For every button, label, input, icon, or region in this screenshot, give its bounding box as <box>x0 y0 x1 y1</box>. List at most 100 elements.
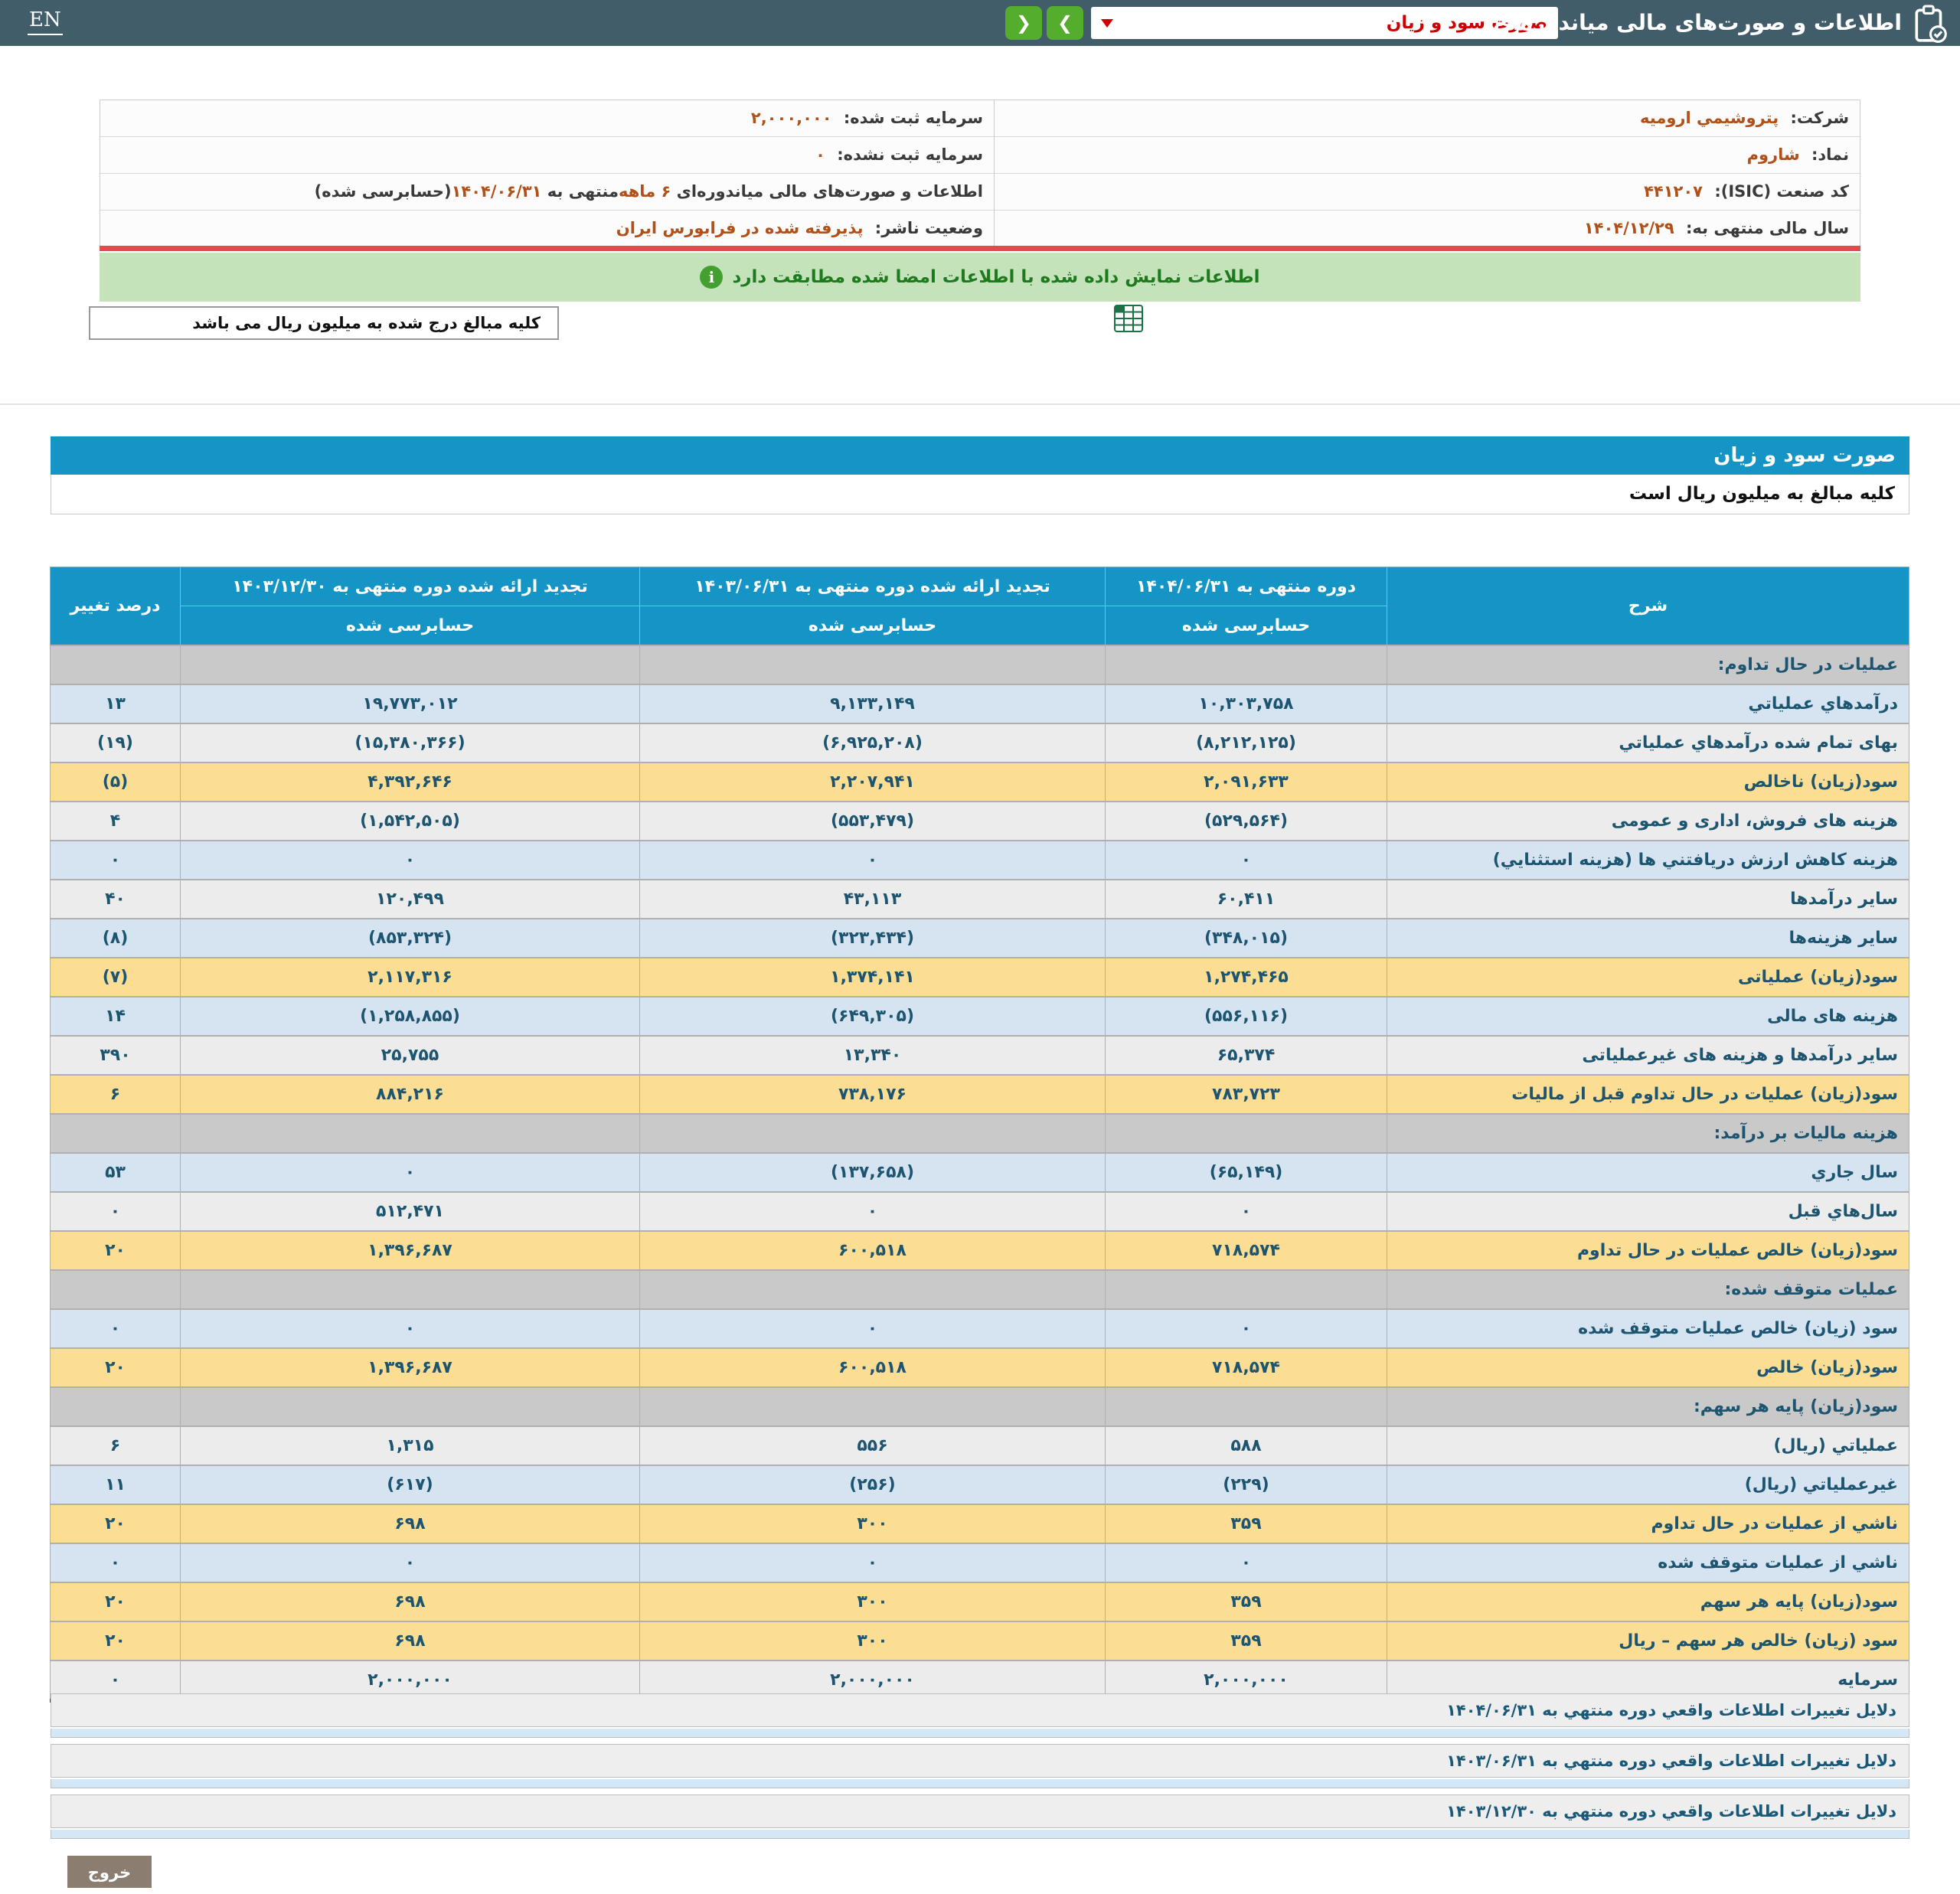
info-circle-icon: i <box>700 266 723 289</box>
row-label: سال‌هاي قبل <box>1387 1192 1909 1231</box>
company-info-right-column: شرکت: پتروشیمي ارومیه نماد: شاروم کد صنع… <box>995 100 1860 247</box>
change-reasons-link-text: دلايل تغييرات اطلاعات واقعي دوره منتهي ب… <box>1446 1701 1909 1719</box>
value-restated-1403-12: ۰ <box>181 1543 640 1582</box>
change-reasons-accordion-bar[interactable]: دلايل تغييرات اطلاعات واقعي دوره منتهي ب… <box>51 1744 1909 1778</box>
value-percent-change: ۰ <box>51 1543 181 1582</box>
accordion-collapsed-strip <box>51 1830 1909 1839</box>
value-current-period: ۷۱۸,۵۷۴ <box>1106 1231 1387 1270</box>
value-percent-change: ۲۰ <box>51 1348 181 1387</box>
value-restated-1403-12 <box>181 1270 640 1309</box>
value-percent-change: ۰ <box>51 1309 181 1348</box>
column-header-restated-1403-12: تجدید ارائه شده دوره منتهی به ۱۴۰۳/۱۲/۳۰ <box>181 567 640 606</box>
value-restated-1403-12: ۲,۱۱۷,۳۱۶ <box>181 958 640 997</box>
row-label: ساير درآمدها <box>1387 880 1909 919</box>
report-period-row: اطلاعات و صورت‌های مالی میاندوره‌ای ۶ ما… <box>100 174 994 211</box>
value-restated-1403-06 <box>640 1114 1106 1153</box>
section-header-row: عملیات در حال تداوم: <box>51 645 1909 684</box>
value-percent-change: ۵۳ <box>51 1153 181 1192</box>
value-restated-1403-06: ۱,۳۷۴,۱۴۱ <box>640 958 1106 997</box>
statement-data-row: درآمدهاي عملياتي۱۰,۳۰۳,۷۵۸۹,۱۳۳,۱۴۹۱۹,۷۷… <box>51 684 1909 723</box>
value-restated-1403-06: ۵۵۶ <box>640 1426 1106 1465</box>
statement-data-row: ساير درآمدها۶۰,۴۱۱۴۳,۱۱۳۱۲۰,۴۹۹۴۰ <box>51 880 1909 919</box>
amounts-note-text: کلیه مبالغ درج شده به میلیون ریال می باش… <box>192 308 557 338</box>
accordion-collapsed-strip <box>51 1779 1909 1788</box>
row-label: سود(زيان) پايه هر سهم <box>1387 1582 1909 1621</box>
row-label: سال جاري <box>1387 1153 1909 1192</box>
value-percent-change: ۶ <box>51 1075 181 1114</box>
value-percent-change: ۲۰ <box>51 1231 181 1270</box>
units-note-text: کلیه مبالغ به میلیون ریال است <box>1629 484 1909 504</box>
value-percent-change <box>51 1270 181 1309</box>
isic-code-row: کد صنعت (ISIC): ۴۴۱۲۰۷ <box>995 174 1860 211</box>
statement-title-band: صورت سود و زیان <box>51 436 1909 475</box>
change-reasons-accordion-bar[interactable]: دلايل تغييرات اطلاعات واقعي دوره منتهي ب… <box>51 1794 1909 1828</box>
row-label: ناشي از عمليات در حال تداوم <box>1387 1504 1909 1543</box>
report-period-date: ۱۴۰۴/۰۶/۳۱ <box>452 182 542 201</box>
value-current-period: (۳۴۸,۰۱۵) <box>1106 919 1387 958</box>
clipboard-check-icon <box>1911 4 1949 44</box>
row-label: بهاى تمام شده درآمدهاي عملياتي <box>1387 723 1909 762</box>
change-reasons-accordion-bar[interactable]: دلايل تغييرات اطلاعات واقعي دوره منتهي ب… <box>51 1693 1909 1727</box>
row-label: سود(زيان) ناخالص <box>1387 762 1909 802</box>
value-restated-1403-06: ۰ <box>640 1543 1106 1582</box>
value-restated-1403-12: ۶۹۸ <box>181 1621 640 1661</box>
statement-table-body: عملیات در حال تداوم:درآمدهاي عملياتي۱۰,۳… <box>51 645 1909 1701</box>
row-label: سود(زيان) عمليات در حال تداوم قبل از مال… <box>1387 1075 1909 1114</box>
company-name-row: شرکت: پتروشیمي ارومیه <box>995 100 1860 137</box>
value-restated-1403-12: ۶۹۸ <box>181 1504 640 1543</box>
statement-data-row: هزينه هاى فروش، ادارى و عمومى(۵۲۹,۵۶۴)(۵… <box>51 802 1909 841</box>
report-type-select[interactable]: صورت سود و زیان <box>1091 7 1558 39</box>
column-subheader-audited-2: حسابرسی شده <box>640 606 1106 646</box>
row-label: سود (زيان) خالص عمليات متوقف شده <box>1387 1309 1909 1348</box>
statement-data-row: سود (زيان) خالص عمليات متوقف شده۰۰۰۰ <box>51 1309 1909 1348</box>
value-percent-change: ۲۰ <box>51 1504 181 1543</box>
statement-data-row: عملياتي (ريال)۵۸۸۵۵۶۱,۳۱۵۶ <box>51 1426 1909 1465</box>
red-divider <box>100 246 1860 251</box>
value-restated-1403-06: ۶۰۰,۵۱۸ <box>640 1348 1106 1387</box>
statement-data-row: سود(زيان) خالص۷۱۸,۵۷۴۶۰۰,۵۱۸۱,۳۹۶,۶۸۷۲۰ <box>51 1348 1909 1387</box>
value-restated-1403-06: (۶۴۹,۳۰۵) <box>640 997 1106 1036</box>
row-label: عمليات متوقف شده: <box>1387 1270 1909 1309</box>
column-header-description: شرح <box>1387 567 1909 646</box>
value-restated-1403-12: ۱,۳۹۶,۶۸۷ <box>181 1231 640 1270</box>
row-label: سود(زيان) خالص <box>1387 1348 1909 1387</box>
value-restated-1403-12: ۰ <box>181 1153 640 1192</box>
value-percent-change: ۴ <box>51 802 181 841</box>
value-restated-1403-06: ۰ <box>640 1309 1106 1348</box>
value-restated-1403-06: (۶,۹۲۵,۲۰۸) <box>640 723 1106 762</box>
row-label: غيرعملياتي (ريال) <box>1387 1465 1909 1504</box>
chevron-down-icon <box>1101 19 1113 28</box>
next-statement-button[interactable]: ❯ <box>1047 6 1083 40</box>
chevron-right-icon: ❯ <box>1057 12 1073 34</box>
row-label: هزينه هاى فروش، ادارى و عمومى <box>1387 802 1909 841</box>
excel-export-icon[interactable] <box>1114 305 1143 332</box>
language-link-en[interactable]: EN <box>28 8 63 35</box>
value-current-period: ۰ <box>1106 1543 1387 1582</box>
value-percent-change: (۸) <box>51 919 181 958</box>
value-restated-1403-12: ۶۹۸ <box>181 1582 640 1621</box>
exit-button[interactable]: خروج <box>67 1856 152 1888</box>
statement-data-row: سود(زيان) عمليات در حال تداوم قبل از مال… <box>51 1075 1909 1114</box>
value-restated-1403-06: (۱۳۷,۶۵۸) <box>640 1153 1106 1192</box>
section-header-row: هزينه ماليات بر درآمد: <box>51 1114 1909 1153</box>
statement-data-row: سود(زيان) خالص عمليات در حال تداوم۷۱۸,۵۷… <box>51 1231 1909 1270</box>
value-current-period: (۵۵۶,۱۱۶) <box>1106 997 1387 1036</box>
row-label: عملیات در حال تداوم: <box>1387 645 1909 684</box>
value-percent-change: ۰ <box>51 1192 181 1231</box>
prev-statement-button[interactable]: ❮ <box>1005 6 1042 40</box>
row-label: هزينه هاى مالى <box>1387 997 1909 1036</box>
row-label: درآمدهاي عملياتي <box>1387 684 1909 723</box>
value-restated-1403-12: ۱۹,۷۷۳,۰۱۲ <box>181 684 640 723</box>
value-restated-1403-06: ۲,۲۰۷,۹۴۱ <box>640 762 1106 802</box>
value-restated-1403-06: ۱۳,۳۴۰ <box>640 1036 1106 1075</box>
statement-data-row: سود(زيان) عملياتى۱,۲۷۴,۴۶۵۱,۳۷۴,۱۴۱۲,۱۱۷… <box>51 958 1909 997</box>
registered-capital-value: ۲,۰۰۰,۰۰۰ <box>751 109 832 127</box>
report-period-text-2: ‌منتهی به <box>541 182 619 201</box>
registered-capital-row: سرمایه ثبت شده: ۲,۰۰۰,۰۰۰ <box>100 100 994 137</box>
value-restated-1403-12: (۱,۲۵۸,۸۵۵) <box>181 997 640 1036</box>
issuer-status-value: پذیرفته شده در فرابورس ایران <box>616 219 864 237</box>
statement-table: شرح دوره منتهی به ۱۴۰۴/۰۶/۳۱ تجدید ارائه… <box>50 567 1909 1703</box>
issuer-status-row: وضعیت ناشر: پذیرفته شده در فرابورس ایران <box>100 211 994 247</box>
value-restated-1403-06 <box>640 1270 1106 1309</box>
value-current-period: ۰ <box>1106 841 1387 880</box>
